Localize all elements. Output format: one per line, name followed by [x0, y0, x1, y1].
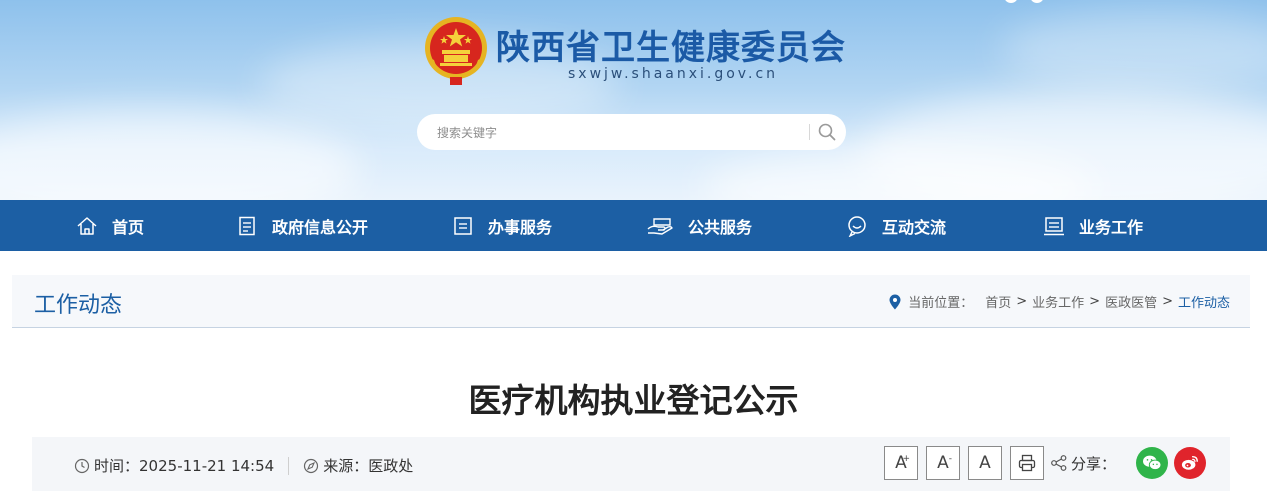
nav-item-public-services[interactable]: 公共服务 [646, 200, 752, 251]
document-icon [239, 216, 255, 235]
cloud-decoration [0, 110, 360, 200]
article-source: 医政处 [368, 457, 414, 475]
font-decrease-label: A [937, 453, 949, 473]
main-nav: 首页 政府信息公开 办事服务 公共服务 互动交流 业务工作 [0, 200, 1267, 251]
font-decrease-mark: - [948, 454, 952, 464]
section-header: 工作动态 当前位置： 首页 > 业务工作 > 医政医管 > 工作动态 [12, 275, 1250, 328]
site-domain: sxwjw.shaanxi.gov.cn [568, 66, 779, 82]
breadcrumb-link-business[interactable]: 业务工作 [1032, 292, 1084, 311]
nav-item-label: 首页 [112, 217, 145, 237]
top-circle-buttons[interactable] [1004, 0, 1064, 3]
breadcrumb-link-medical-admin[interactable]: 医政医管 [1105, 292, 1157, 311]
font-increase-mark: + [902, 454, 910, 464]
time-label: 时间： [94, 457, 140, 475]
nav-item-label: 业务工作 [1079, 217, 1144, 237]
share-icon [1051, 455, 1067, 471]
breadcrumb-separator: > [1162, 294, 1173, 309]
home-icon [77, 216, 97, 235]
compass-icon [304, 458, 319, 473]
font-increase-button[interactable]: A + [883, 446, 918, 480]
article-title: 医疗机构执业登记公示 [468, 381, 799, 420]
printer-icon [1018, 454, 1036, 472]
site-header: 陕西省卫生健康委员会 sxwjw.shaanxi.gov.cn [0, 0, 1267, 200]
location-pin-icon [889, 294, 901, 309]
nav-item-services[interactable]: 办事服务 [452, 200, 552, 251]
breadcrumb: 当前位置： 首页 > 业务工作 > 医政医管 > 工作动态 [888, 292, 1230, 311]
nav-item-label: 公共服务 [688, 217, 753, 237]
wechat-icon [1143, 455, 1162, 471]
service-icon [454, 216, 472, 235]
nav-item-interaction[interactable]: 互动交流 [846, 200, 946, 251]
article-meta: 时间： 2025-11-21 14:54 来源： 医政处 [74, 455, 413, 476]
font-decrease-button[interactable]: A- [925, 446, 960, 480]
nav-item-label: 互动交流 [882, 217, 947, 237]
breadcrumb-separator: > [1089, 294, 1101, 309]
chat-icon [848, 215, 866, 237]
font-default-button[interactable]: A [967, 446, 1002, 480]
nav-item-label: 政府信息公开 [272, 217, 369, 237]
article-meta-bar: 时间： 2025-11-21 14:54 来源： 医政处 A + A- A 分享… [32, 437, 1230, 491]
breadcrumb-link-current[interactable]: 工作动态 [1178, 292, 1230, 311]
publish-time: 2025-11-21 14:54 [139, 456, 275, 475]
share-weibo-button[interactable] [1174, 447, 1206, 479]
site-title[interactable]: 陕西省卫生健康委员会 [496, 20, 846, 69]
meta-divider [288, 456, 290, 475]
breadcrumb-separator: > [1016, 294, 1028, 309]
share-label: 分享： [1070, 454, 1116, 473]
nav-item-label: 办事服务 [488, 217, 553, 237]
nav-item-business[interactable]: 业务工作 [1043, 200, 1143, 251]
business-icon [1044, 216, 1064, 235]
share-wechat-button[interactable] [1136, 447, 1168, 479]
nav-item-government-info[interactable]: 政府信息公开 [236, 200, 368, 251]
nav-item-home[interactable]: 首页 [76, 200, 144, 251]
source-label: 来源： [323, 457, 369, 475]
weibo-icon [1181, 455, 1198, 470]
national-emblem-icon[interactable] [420, 14, 492, 86]
public-service-icon [647, 217, 673, 235]
print-button[interactable] [1009, 446, 1044, 480]
article-tools: A + A- A 分享： [876, 446, 1206, 480]
clock-icon [74, 458, 90, 473]
search-box [417, 114, 846, 150]
section-title: 工作动态 [34, 293, 123, 318]
search-divider [809, 124, 810, 140]
breadcrumb-label: 当前位置： [908, 296, 974, 311]
breadcrumb-link-home[interactable]: 首页 [985, 292, 1011, 311]
font-default-label: A [979, 453, 991, 473]
search-icon[interactable] [817, 122, 837, 142]
search-input[interactable] [435, 123, 809, 143]
cloud-decoration [1000, 10, 1267, 90]
